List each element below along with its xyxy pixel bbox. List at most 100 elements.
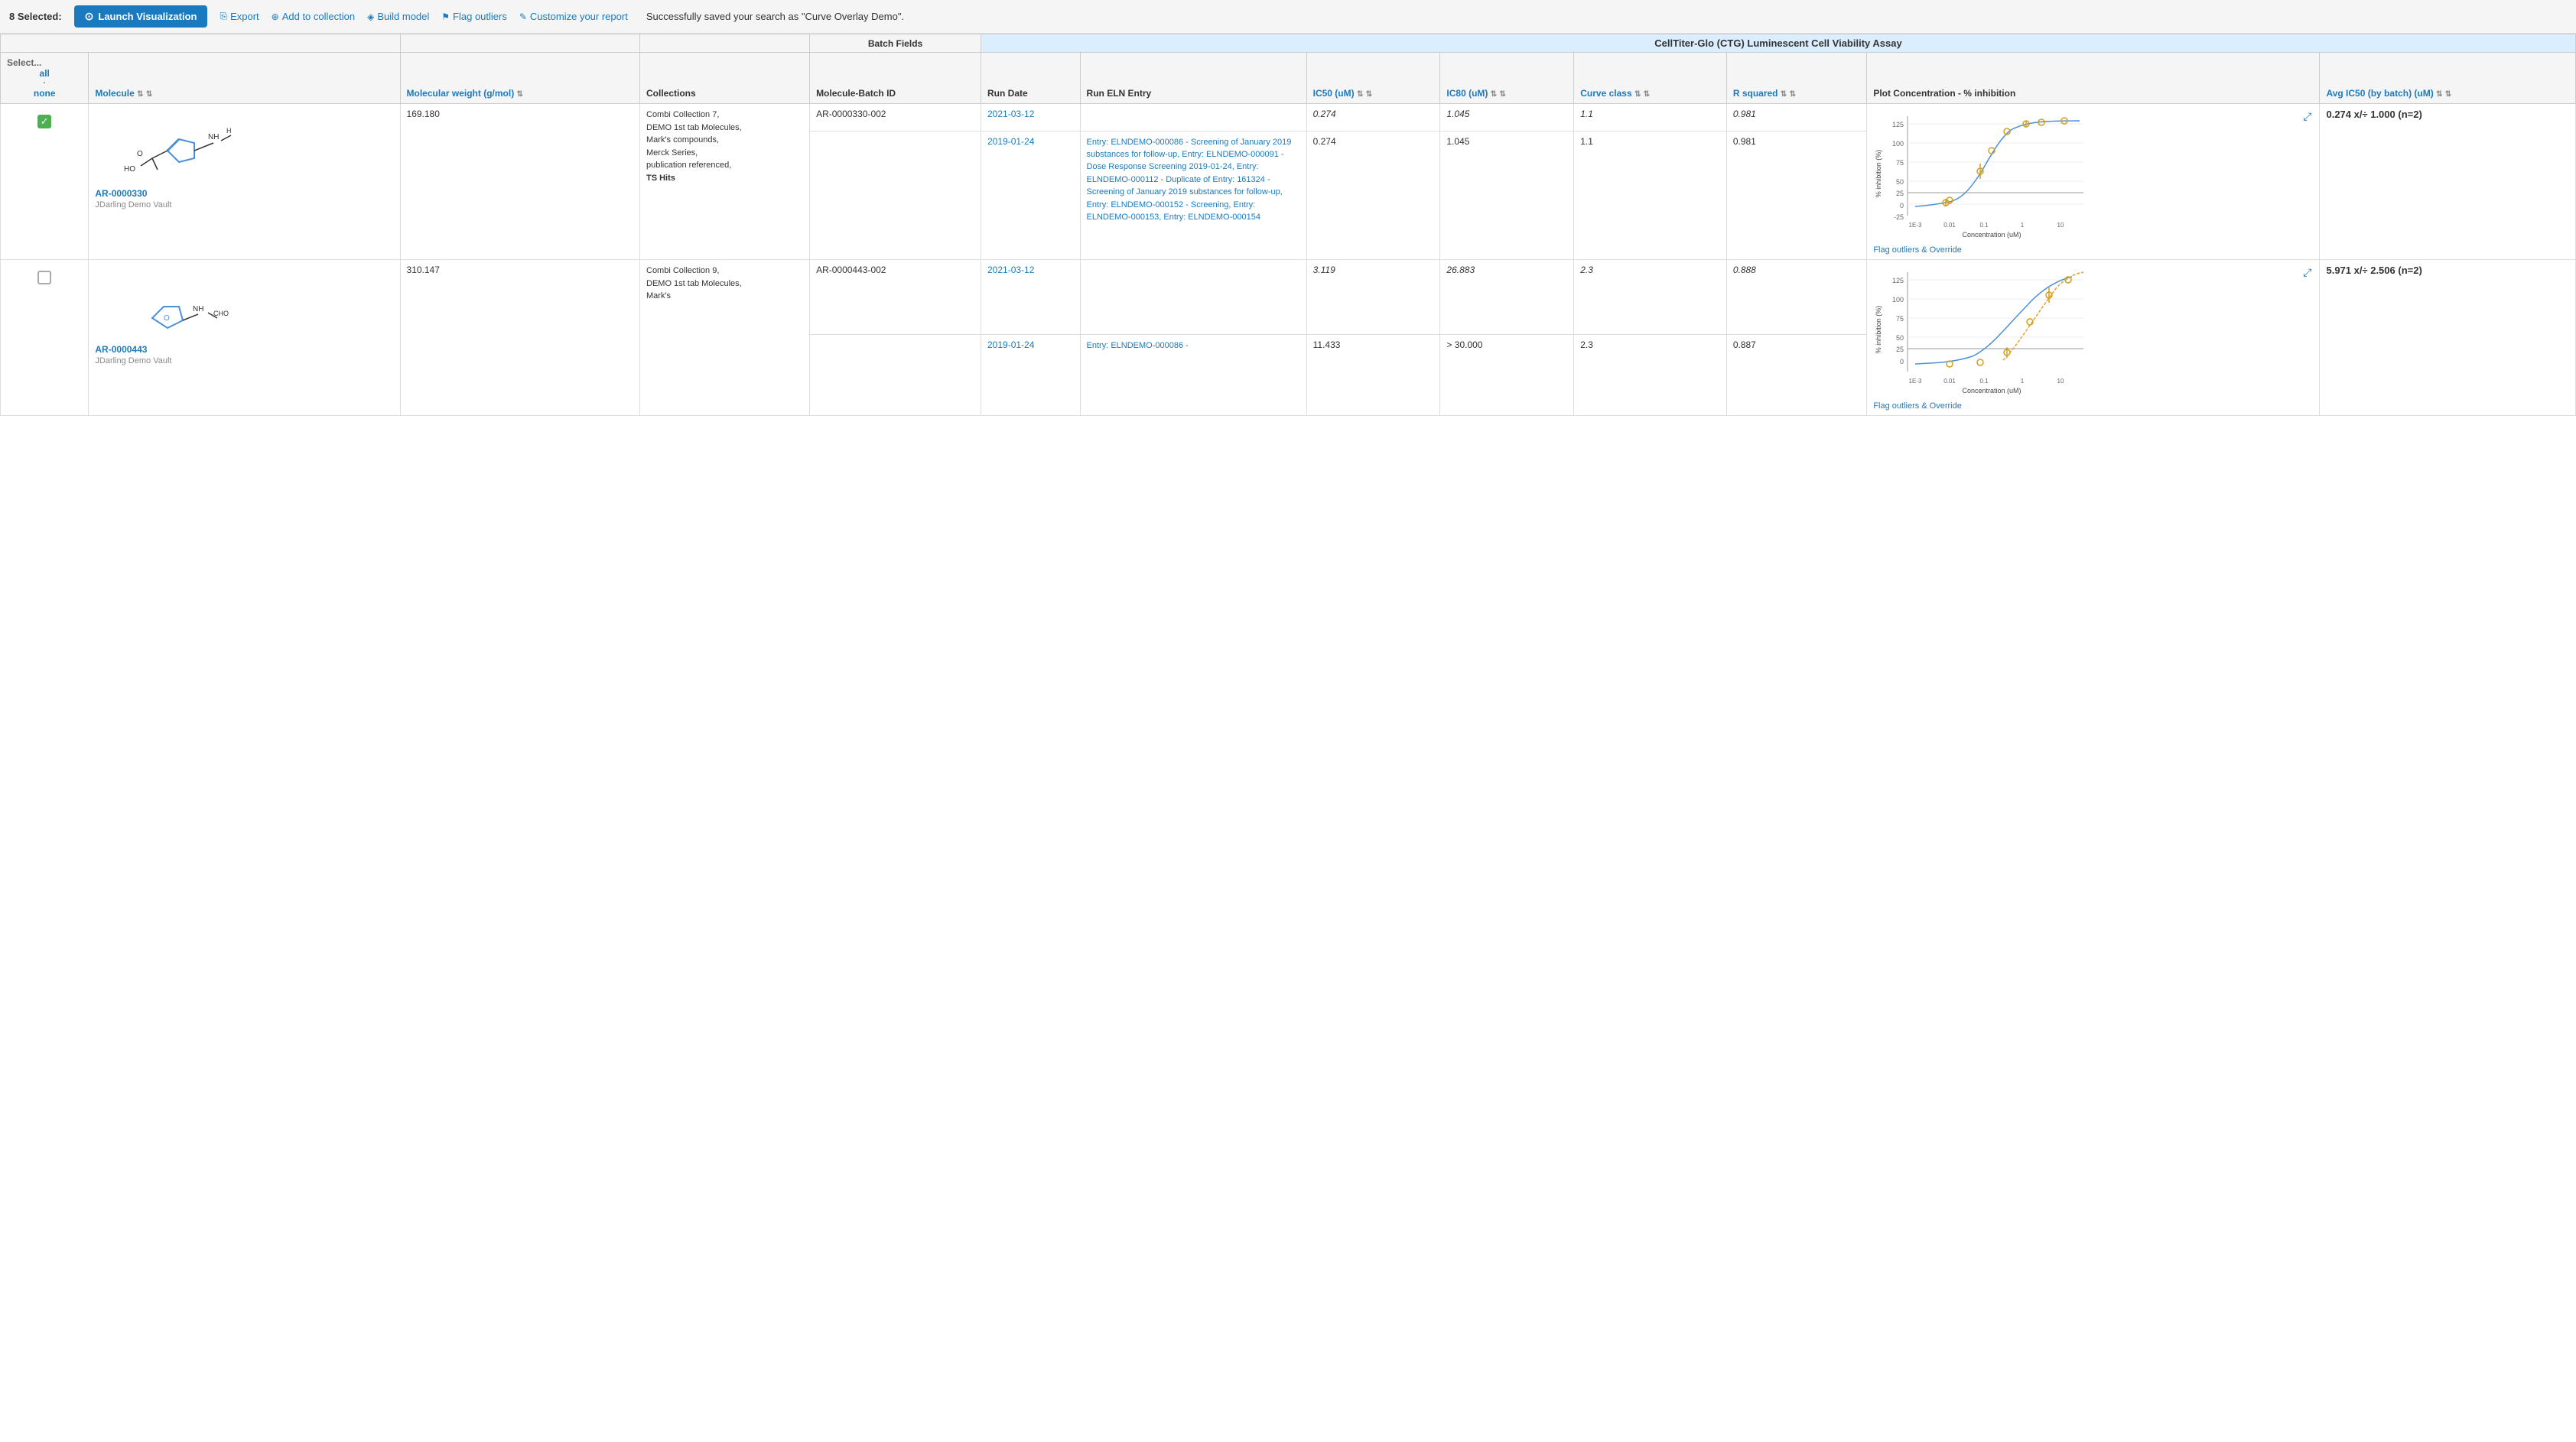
eln-run2-mol1: Entry: ELNDEMO-000086 - Screening of Jan… bbox=[1080, 131, 1306, 259]
rsq-run1-mol1: 0.981 bbox=[1726, 104, 1866, 132]
batch-id-run1-mol1: AR-0000330-002 bbox=[810, 104, 981, 132]
customize-icon: ✎ bbox=[519, 11, 527, 22]
run-date-link-run2-mol1[interactable]: 2019-01-24 bbox=[987, 136, 1034, 147]
run-date-link-run1-mol2[interactable]: 2021-03-12 bbox=[987, 265, 1034, 275]
column-header-row: Select... all · none Molecule ⇅ Molecula… bbox=[1, 53, 2576, 104]
svg-text:100: 100 bbox=[1892, 140, 1904, 148]
mw-cell-1: 169.180 bbox=[400, 104, 639, 260]
build-model-icon: ◈ bbox=[367, 11, 374, 22]
svg-text:Concentration (uM): Concentration (uM) bbox=[1963, 231, 2021, 239]
svg-text:125: 125 bbox=[1892, 121, 1904, 128]
plot-wrapper-1: 125 100 75 50 25 0 -25 1E-3 0.01 0.1 1 bbox=[1873, 109, 2313, 255]
molecule-svg-1: NH H O HO bbox=[95, 109, 240, 185]
molecule-id-link-1[interactable]: AR-0000330 bbox=[95, 188, 393, 199]
svg-text:H: H bbox=[226, 127, 232, 135]
ic80-run2-mol2: > 30.000 bbox=[1440, 334, 1574, 415]
molecule-vault-1: JDarling Demo Vault bbox=[95, 200, 171, 209]
curve-sort-icon: ⇅ bbox=[1634, 90, 1641, 99]
svg-text:0.1: 0.1 bbox=[1980, 222, 1989, 229]
checkbox-unchecked-2[interactable] bbox=[37, 271, 51, 284]
select-none-link[interactable]: none bbox=[34, 88, 56, 99]
export-button[interactable]: ⎘ Export bbox=[220, 11, 259, 22]
svg-text:1E-3: 1E-3 bbox=[1909, 378, 1922, 385]
ic50-sort-icon: ⇅ bbox=[1357, 90, 1363, 99]
checkbox-cell-1[interactable]: ✓ bbox=[1, 104, 89, 260]
curve-col-header[interactable]: Curve class ⇅ bbox=[1574, 53, 1727, 104]
ic50-run2-mol2: 11.433 bbox=[1306, 334, 1440, 415]
collections-list-1: Combi Collection 7, DEMO 1st tab Molecul… bbox=[646, 109, 803, 184]
eln-link-run2-mol1[interactable]: Entry: ELNDEMO-000086 - Screening of Jan… bbox=[1087, 138, 1292, 222]
avg-ic50-value-2: 5.971 x/÷ 2.506 (n=2) bbox=[2326, 265, 2422, 276]
collections-col-header: Collections bbox=[640, 53, 810, 104]
flag-icon: ⚑ bbox=[441, 11, 450, 22]
build-model-button[interactable]: ◈ Build model bbox=[367, 11, 429, 22]
plot-cell-1: 125 100 75 50 25 0 -25 1E-3 0.01 0.1 1 bbox=[1867, 104, 2320, 260]
data-table-wrapper: Batch Fields CellTiter-Glo (CTG) Lumines… bbox=[0, 34, 2576, 416]
rsq-col-header[interactable]: R squared ⇅ bbox=[1726, 53, 1866, 104]
molecule-structure-2: O NH CHO bbox=[95, 265, 240, 341]
expand-plot-icon-1[interactable]: ⤢ bbox=[2303, 110, 2311, 123]
avgic50-col-header[interactable]: Avg IC50 (by batch) (uM) ⇅ bbox=[2320, 53, 2576, 104]
mw-col-header[interactable]: Molecular weight (g/mol) bbox=[400, 53, 639, 104]
curve-run2-mol2: 2.3 bbox=[1574, 334, 1727, 415]
ic50-run2-mol1: 0.274 bbox=[1306, 131, 1440, 259]
collections-list-2: Combi Collection 9, DEMO 1st tab Molecul… bbox=[646, 265, 803, 303]
ic80-col-header[interactable]: IC80 (uM) ⇅ bbox=[1440, 53, 1574, 104]
export-icon: ⎘ bbox=[220, 11, 227, 22]
svg-text:25: 25 bbox=[1896, 190, 1904, 197]
rsq-run1-mol2: 0.888 bbox=[1726, 260, 1866, 335]
molecule-id-link-2[interactable]: AR-0000443 bbox=[95, 344, 393, 355]
launch-visualization-button[interactable]: ⊙ Launch Visualization bbox=[74, 5, 208, 28]
add-to-collection-button[interactable]: ⊕ Add to collection bbox=[272, 11, 355, 22]
svg-text:0.01: 0.01 bbox=[1944, 222, 1956, 229]
eln-run1-mol2 bbox=[1080, 260, 1306, 335]
svg-text:125: 125 bbox=[1892, 277, 1904, 284]
svg-text:O: O bbox=[137, 150, 143, 158]
svg-text:NH: NH bbox=[208, 133, 219, 141]
assay-header-row: Batch Fields CellTiter-Glo (CTG) Lumines… bbox=[1, 34, 2576, 53]
plot-wrapper-2: 125 100 75 50 25 0 1E-3 0.01 0.1 1 10 bbox=[1873, 265, 2313, 411]
molecule-col-header[interactable]: Molecule ⇅ bbox=[89, 53, 400, 104]
svg-text:HO: HO bbox=[124, 165, 135, 174]
selected-count: 8 Selected: bbox=[9, 11, 62, 22]
svg-text:NH: NH bbox=[193, 305, 203, 313]
plot-chart-2: 125 100 75 50 25 0 1E-3 0.01 0.1 1 10 bbox=[1873, 265, 2095, 398]
flag-outliers-link-1[interactable]: Flag outliers & Override bbox=[1873, 245, 1962, 255]
eln-run1-mol1 bbox=[1080, 104, 1306, 132]
svg-text:50: 50 bbox=[1896, 334, 1904, 342]
svg-text:-25: -25 bbox=[1894, 213, 1904, 221]
customize-report-button[interactable]: ✎ Customize your report bbox=[519, 11, 628, 22]
molecule-vault-2: JDarling Demo Vault bbox=[95, 356, 171, 365]
curve-run1-mol2: 2.3 bbox=[1574, 260, 1727, 335]
batch-id-run1-mol2: AR-0000443-002 bbox=[810, 260, 981, 335]
eln-run2-mol2: Entry: ELNDEMO-000086 - bbox=[1080, 334, 1306, 415]
svg-text:O: O bbox=[164, 314, 170, 323]
batch-fields-header: Batch Fields bbox=[810, 34, 981, 53]
curve-run1-mol1: 1.1 bbox=[1574, 104, 1727, 132]
success-message: Successfully saved your search as "Curve… bbox=[646, 11, 904, 22]
visualization-icon: ⊙ bbox=[85, 10, 94, 23]
empty-header-mw bbox=[400, 34, 639, 53]
flag-outliers-button[interactable]: ⚑ Flag outliers bbox=[441, 11, 507, 22]
batch-id-run2-mol1 bbox=[810, 131, 981, 259]
run-date-link-run2-mol2[interactable]: 2019-01-24 bbox=[987, 339, 1034, 350]
run-date-link-run1-mol1[interactable]: 2021-03-12 bbox=[987, 109, 1034, 119]
molecule-cell-2: O NH CHO AR-0000443 JDarling Demo Vault bbox=[89, 260, 400, 416]
checkbox-checked-1[interactable]: ✓ bbox=[37, 115, 51, 128]
toolbar: 8 Selected: ⊙ Launch Visualization ⎘ Exp… bbox=[0, 0, 2576, 34]
avg-ic50-value-1: 0.274 x/÷ 1.000 (n=2) bbox=[2326, 109, 2422, 120]
expand-plot-icon-2[interactable]: ⤢ bbox=[2303, 266, 2311, 279]
checkbox-cell-2[interactable] bbox=[1, 260, 89, 416]
avg-ic50-cell-2: 5.971 x/÷ 2.506 (n=2) bbox=[2320, 260, 2576, 416]
batch-id-run2-mol2 bbox=[810, 334, 981, 415]
eln-link-run2-mol2[interactable]: Entry: ELNDEMO-000086 - bbox=[1087, 341, 1189, 350]
svg-text:1: 1 bbox=[2021, 222, 2025, 229]
svg-text:% inhibition (%): % inhibition (%) bbox=[1875, 150, 1882, 198]
ic50-run1-mol2: 3.119 bbox=[1306, 260, 1440, 335]
svg-text:0: 0 bbox=[1900, 202, 1904, 209]
ic50-col-header[interactable]: IC50 (uM) ⇅ bbox=[1306, 53, 1440, 104]
ic80-run1-mol2: 26.883 bbox=[1440, 260, 1574, 335]
select-all-link[interactable]: all bbox=[40, 68, 50, 79]
plot-chart-1: 125 100 75 50 25 0 -25 1E-3 0.01 0.1 1 bbox=[1873, 109, 2095, 242]
flag-outliers-link-2[interactable]: Flag outliers & Override bbox=[1873, 401, 1962, 411]
